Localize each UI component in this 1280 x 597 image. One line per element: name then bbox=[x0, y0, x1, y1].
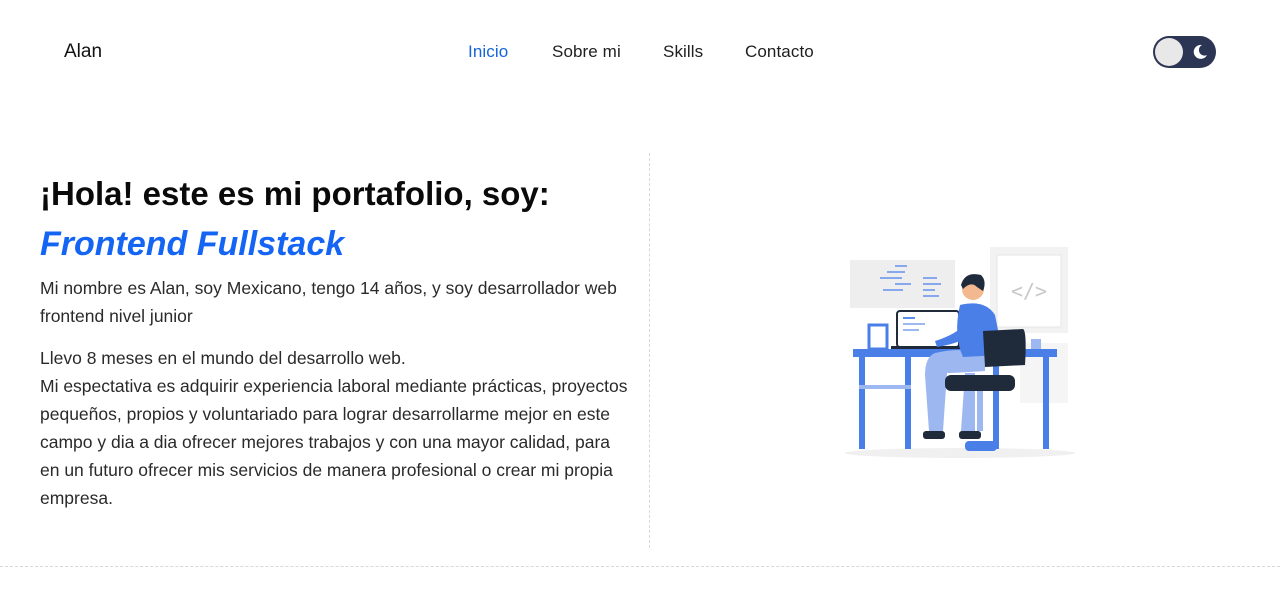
hero-title: ¡Hola! este es mi portafolio, soy: bbox=[40, 175, 550, 212]
nav-link-inicio[interactable]: Inicio bbox=[468, 42, 508, 62]
nav-link-sobre-mi[interactable]: Sobre mi bbox=[552, 42, 621, 62]
hero-description: Llevo 8 meses en el mundo del desarrollo… bbox=[40, 344, 630, 512]
section-divider-vertical bbox=[649, 153, 650, 548]
code-symbol: </> bbox=[1011, 279, 1047, 303]
nav-link-contacto[interactable]: Contacto bbox=[745, 42, 814, 62]
hero-intro: Mi nombre es Alan, soy Mexicano, tengo 1… bbox=[40, 278, 617, 326]
moon-icon bbox=[1193, 44, 1207, 59]
developer-illustration: </> bbox=[845, 247, 1075, 458]
toggle-knob bbox=[1155, 38, 1183, 66]
top-navbar: Alan Inicio Sobre mi Skills Contacto bbox=[0, 0, 1280, 105]
theme-toggle[interactable] bbox=[1153, 36, 1216, 68]
description-line: Mi espectativa es adquirir experiencia l… bbox=[40, 376, 628, 508]
main-nav: Inicio Sobre mi Skills Contacto bbox=[0, 42, 1280, 66]
section-divider-horizontal bbox=[0, 566, 1280, 567]
nav-link-skills[interactable]: Skills bbox=[663, 42, 703, 62]
description-line: Llevo 8 meses en el mundo del desarrollo… bbox=[40, 348, 406, 368]
hero-role: Frontend Fullstack bbox=[40, 225, 345, 263]
